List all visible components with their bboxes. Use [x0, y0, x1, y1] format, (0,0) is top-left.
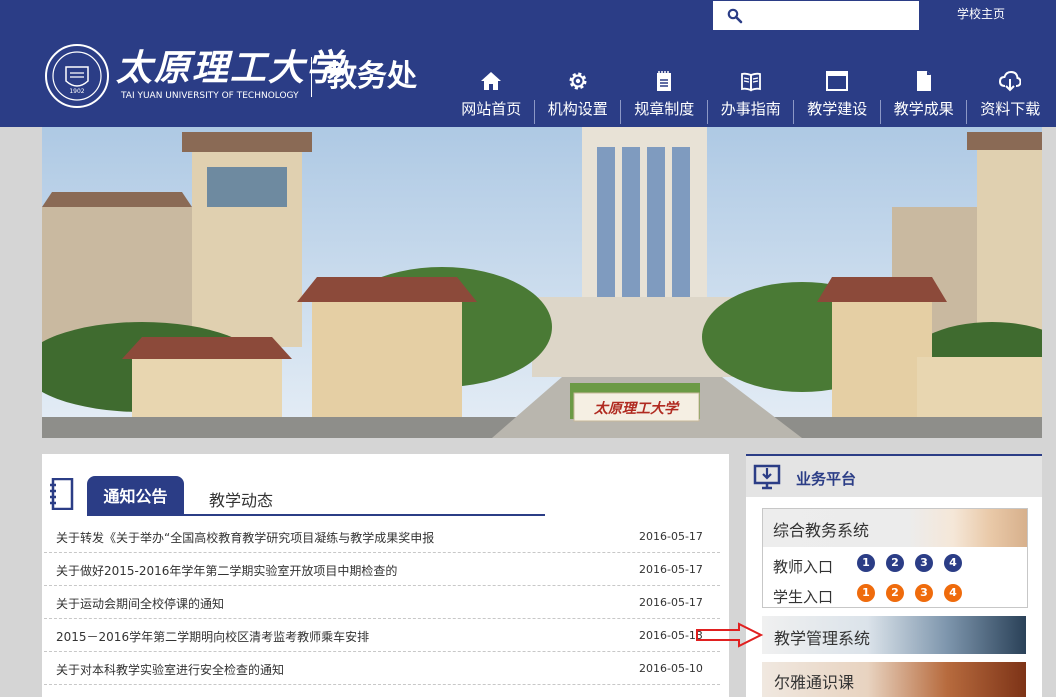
teacher-entry-1-button[interactable]: 1: [857, 554, 875, 572]
notebook-icon: [50, 478, 74, 510]
school-home-link[interactable]: 学校主页: [957, 5, 1005, 22]
student-entry-3-button[interactable]: 3: [915, 584, 933, 602]
news-date: 2016-05-17: [639, 563, 703, 576]
nav-label: 资料下载: [980, 100, 1041, 118]
teacher-entry-buttons: 1 2 3 4: [857, 554, 973, 572]
news-row[interactable]: 关于对本科教学实验室进行安全检查的通知 2016-05-10: [44, 652, 720, 685]
tab-notices[interactable]: 通知公告: [87, 476, 184, 515]
search-icon[interactable]: [727, 8, 743, 24]
nav-item-downloads[interactable]: 资料下载: [967, 66, 1054, 126]
nav-label: 办事指南: [720, 100, 781, 118]
nav-label: 机构设置: [547, 100, 608, 118]
teacher-entry-label: 教师入口: [773, 558, 834, 576]
nav-label: 教学建设: [807, 100, 868, 118]
nav-item-organization[interactable]: 机构设置: [535, 66, 621, 126]
news-row[interactable]: 2015－2016学年第二学期明向校区清考监考教师乘车安排 2016-05-13: [44, 619, 720, 652]
tab-underline: [87, 514, 545, 516]
nav-item-teaching-construction[interactable]: 教学建设: [794, 66, 881, 126]
nav-label: 教学成果: [893, 100, 954, 118]
student-entry-2-button[interactable]: 2: [886, 584, 904, 602]
nav-item-achievements[interactable]: 教学成果: [881, 66, 967, 126]
search-input[interactable]: [749, 5, 914, 26]
cloud-download-icon: [999, 70, 1022, 92]
search-box[interactable]: [713, 1, 919, 30]
seal-year: 1902: [69, 88, 84, 95]
campus-banner-image: 太原理工大学: [42, 127, 1042, 438]
news-row[interactable]: 关于运动会期间全校停课的通知 2016-05-17: [44, 586, 720, 619]
news-date: 2016-05-10: [639, 662, 703, 675]
student-entry-1-button[interactable]: 1: [857, 584, 875, 602]
student-entry-label: 学生入口: [773, 588, 834, 606]
nav-label: 规章制度: [634, 100, 695, 118]
platform-header: 业务平台: [746, 454, 1042, 497]
book-icon: [740, 72, 761, 92]
teacher-entry-row: 教师入口 1 2 3 4: [773, 553, 1023, 577]
red-arrow-icon: [696, 622, 764, 648]
news-title[interactable]: 关于对本科教学实验室进行安全检查的通知: [56, 661, 626, 678]
student-entry-4-button[interactable]: 4: [944, 584, 962, 602]
home-icon: [481, 72, 502, 90]
window-icon: [826, 71, 849, 91]
news-row[interactable]: 关于做好2015-2016年学年第二学期实验室开放项目中期检查的 2016-05…: [44, 553, 720, 586]
news-title[interactable]: 关于做好2015-2016年学年第二学期实验室开放项目中期检查的: [56, 562, 626, 579]
banner-sign-text: 太原理工大学: [593, 400, 680, 417]
clipboard-icon: [657, 71, 672, 91]
student-entry-buttons: 1 2 3 4: [857, 584, 973, 602]
teacher-entry-3-button[interactable]: 3: [915, 554, 933, 572]
platform-title: 业务平台: [796, 470, 857, 488]
university-name-cn: 太原理工大学: [116, 47, 345, 89]
erya-course-link[interactable]: 尔雅通识课: [762, 662, 1026, 697]
nav-label: 网站首页: [461, 100, 522, 118]
nav-item-home[interactable]: 网站首页: [448, 66, 535, 126]
news-date: 2016-05-17: [639, 596, 703, 609]
academic-system-box: 综合教务系统 教师入口 1 2 3 4 学生入口 1 2 3 4: [762, 508, 1028, 608]
news-title[interactable]: 2015－2016学年第二学期明向校区清考监考教师乘车安排: [56, 628, 626, 645]
news-list: 关于转发《关于举办“全国高校教育教学研究项目凝练与教学成果奖申报 2016-05…: [44, 520, 720, 685]
teaching-management-label: 教学管理系统: [774, 629, 871, 648]
teaching-management-system-link[interactable]: 教学管理系统: [762, 616, 1026, 654]
teacher-entry-2-button[interactable]: 2: [886, 554, 904, 572]
site-header: 学校主页 1902 太原理工大学 TAI YUAN UNIVERSITY OF …: [0, 0, 1056, 127]
university-name-en: TAI YUAN UNIVERSITY OF TECHNOLOGY: [121, 91, 299, 101]
notice-panel: 通知公告 教学动态 关于转发《关于举办“全国高校教育教学研究项目凝练与教学成果奖…: [42, 454, 729, 697]
news-title[interactable]: 关于转发《关于举办“全国高校教育教学研究项目凝练与教学成果奖申报: [56, 529, 626, 546]
nav-item-guide[interactable]: 办事指南: [708, 66, 794, 126]
news-title[interactable]: 关于运动会期间全校停课的通知: [56, 595, 626, 612]
teacher-entry-4-button[interactable]: 4: [944, 554, 962, 572]
main-nav: 网站首页 机构设置 规章制度 办事指南 教学建设 教学成果 资料下载: [448, 66, 1054, 126]
news-date: 2016-05-17: [639, 530, 703, 543]
student-entry-row: 学生入口 1 2 3 4: [773, 583, 1023, 607]
monitor-download-icon: [753, 464, 781, 490]
gear-icon: [569, 72, 587, 90]
office-name: 教务处: [327, 59, 417, 94]
academic-system-title: 综合教务系统: [773, 521, 870, 540]
news-row[interactable]: 关于转发《关于举办“全国高校教育教学研究项目凝练与教学成果奖申报 2016-05…: [44, 520, 720, 553]
tab-teaching-news[interactable]: 教学动态: [209, 487, 273, 511]
logo-divider: [311, 57, 312, 97]
document-icon: [916, 71, 931, 91]
business-platform-panel: 业务平台 综合教务系统 教师入口 1 2 3 4 学生入口 1 2 3 4 教学…: [746, 454, 1042, 697]
erya-course-label: 尔雅通识课: [774, 673, 855, 692]
nav-item-regulations[interactable]: 规章制度: [621, 66, 708, 126]
university-seal-icon: 1902: [45, 44, 109, 108]
academic-system-title-bar[interactable]: 综合教务系统: [763, 509, 1027, 547]
